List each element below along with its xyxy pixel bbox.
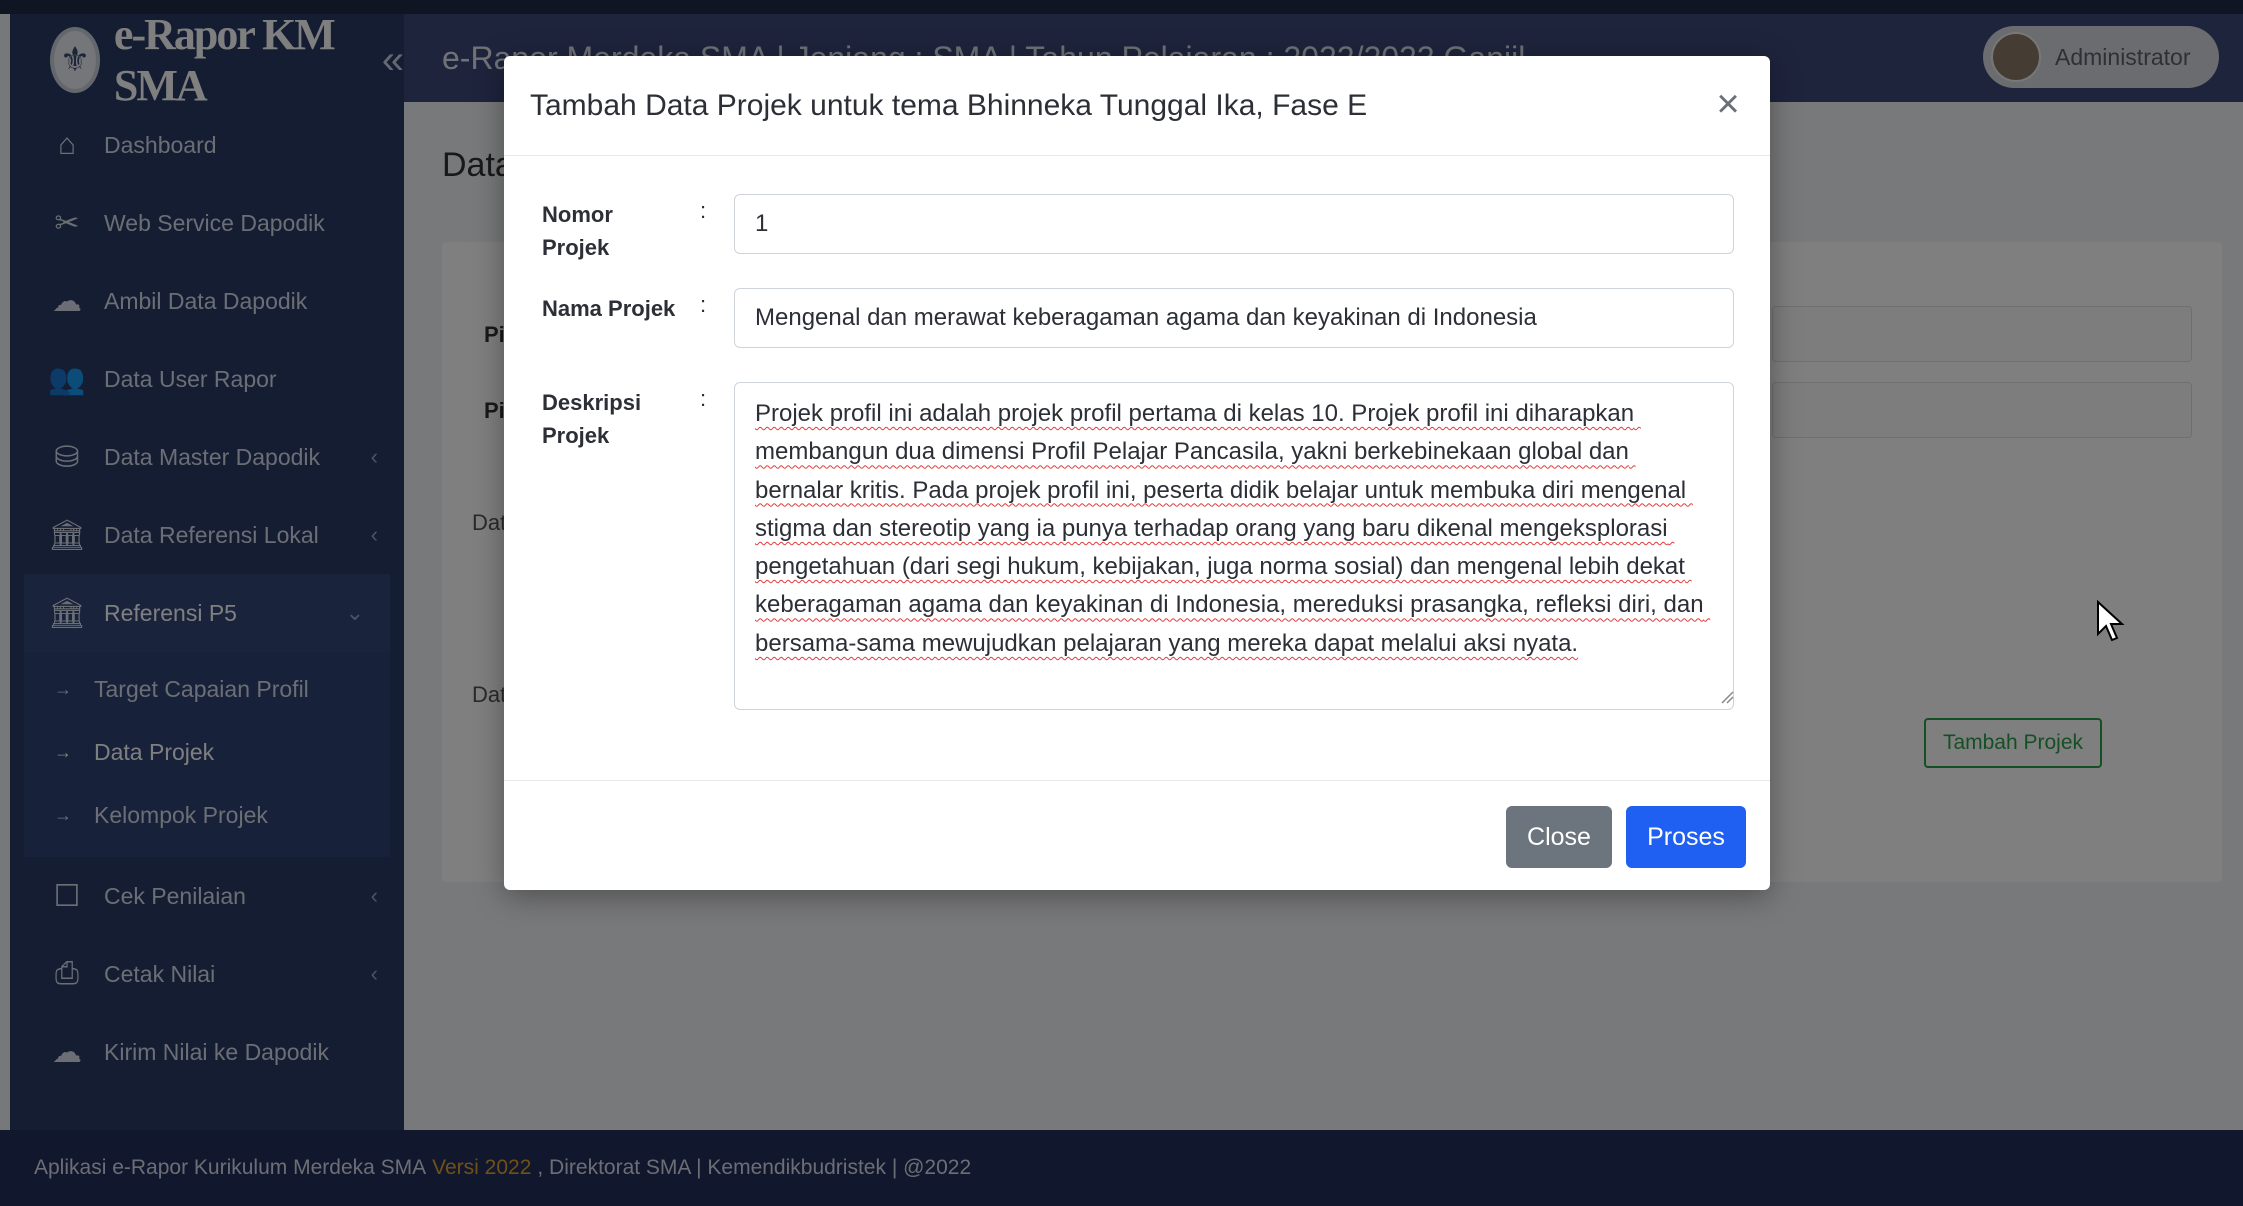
nomor-projek-label: Nomor Projek xyxy=(542,202,613,260)
colon: : xyxy=(700,292,707,317)
nomor-projek-input[interactable] xyxy=(734,194,1734,254)
modal-footer-divider xyxy=(504,780,1770,781)
modal-title: Tambah Data Projek untuk tema Bhinneka T… xyxy=(530,88,1368,122)
deskripsi-projek-textarea[interactable]: Projek profil ini adalah projek profil p… xyxy=(734,382,1734,710)
resize-handle-icon[interactable] xyxy=(1718,688,1734,704)
mouse-cursor-icon xyxy=(2097,600,2125,642)
colon: : xyxy=(700,386,707,411)
nama-projek-input[interactable] xyxy=(734,288,1734,348)
proses-button[interactable]: Proses xyxy=(1626,806,1746,868)
modal-header: Tambah Data Projek untuk tema Bhinneka T… xyxy=(504,56,1770,156)
close-button[interactable]: Close xyxy=(1506,806,1612,868)
close-icon[interactable]: × xyxy=(1708,84,1748,124)
nama-projek-label: Nama Projek xyxy=(542,296,676,321)
deskripsi-projek-label: Deskripsi Projek xyxy=(542,390,642,448)
colon: : xyxy=(700,198,707,223)
tambah-projek-modal: Tambah Data Projek untuk tema Bhinneka T… xyxy=(504,56,1770,890)
